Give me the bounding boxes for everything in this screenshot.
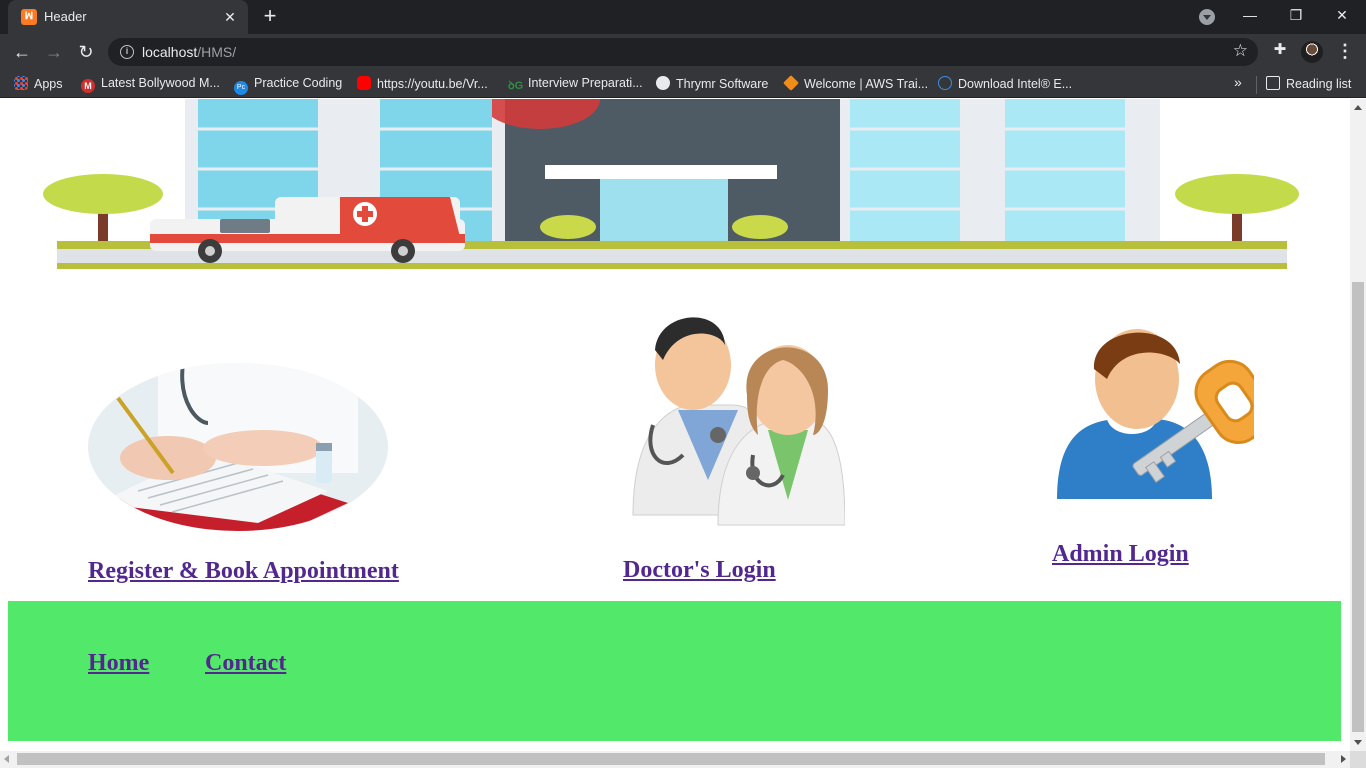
footer-bar: Home Contact bbox=[8, 601, 1341, 741]
scrollbar-corner bbox=[1350, 751, 1366, 768]
minimize-button[interactable]: — bbox=[1230, 4, 1270, 28]
browser-menu-icon[interactable]: ⋮ bbox=[1336, 42, 1354, 62]
close-window-button[interactable]: ✕ bbox=[1322, 4, 1362, 28]
tab-strip: ꟽ Header ✕ + — ❐ ✕ bbox=[0, 0, 1366, 34]
address-bar[interactable]: i localhost/HMS/ ☆ bbox=[108, 38, 1258, 66]
bookmark-label: https://youtu.be/Vr... bbox=[377, 77, 488, 91]
extensions-icon[interactable]: ✚ bbox=[1270, 40, 1290, 60]
restore-button[interactable]: ❐ bbox=[1276, 4, 1316, 28]
new-tab-button[interactable]: + bbox=[258, 5, 282, 29]
horizontal-scrollbar[interactable] bbox=[0, 751, 1350, 768]
xampp-icon: ꟽ bbox=[21, 9, 37, 25]
scroll-left-arrow-icon[interactable] bbox=[4, 755, 9, 763]
bookmark-youtube[interactable]: https://youtu.be/Vr... bbox=[357, 76, 488, 94]
bookmark-practice-coding[interactable]: Pc Practice Coding bbox=[234, 76, 343, 95]
url-text[interactable]: localhost/HMS/ bbox=[142, 44, 236, 60]
bookmark-label: Apps bbox=[34, 77, 63, 91]
bookmark-label: Thrymr Software bbox=[676, 77, 769, 91]
aws-icon bbox=[783, 75, 799, 91]
scroll-right-arrow-icon[interactable] bbox=[1341, 755, 1346, 763]
hospital-banner-image bbox=[40, 99, 1310, 279]
reading-list-label: Reading list bbox=[1286, 77, 1352, 91]
browser-toolbar: ← → ↻ i localhost/HMS/ ☆ bbox=[0, 34, 1366, 70]
register-card: Register & Book Appointment bbox=[88, 363, 399, 585]
scroll-down-arrow-icon[interactable] bbox=[1354, 740, 1362, 745]
forward-button[interactable]: → bbox=[42, 40, 66, 64]
profile-avatar[interactable] bbox=[1301, 41, 1323, 63]
register-book-appointment-link[interactable]: Register & Book Appointment bbox=[88, 558, 399, 584]
vertical-scrollbar[interactable] bbox=[1350, 99, 1366, 751]
scroll-up-arrow-icon[interactable] bbox=[1354, 105, 1362, 110]
bookmark-star-icon[interactable]: ☆ bbox=[1233, 41, 1248, 61]
bookmarks-separator bbox=[1256, 76, 1257, 94]
tab-title: Header bbox=[44, 9, 87, 24]
admin-login-link[interactable]: Admin Login bbox=[1052, 541, 1189, 567]
bookmark-label: Interview Preparati... bbox=[528, 76, 643, 90]
bookmark-bollywood[interactable]: M Latest Bollywood M... bbox=[81, 76, 220, 94]
horizontal-scroll-thumb[interactable] bbox=[17, 753, 1325, 765]
bookmark-thrymr[interactable]: Thrymr Software bbox=[656, 76, 768, 94]
bookmarks-bar: Apps M Latest Bollywood M... Pc Practice C… bbox=[0, 70, 1366, 98]
vertical-scroll-thumb[interactable] bbox=[1352, 282, 1364, 732]
bookmark-label: Welcome | AWS Trai... bbox=[804, 77, 929, 91]
doctors-image bbox=[632, 317, 846, 526]
url-host: localhost bbox=[142, 44, 198, 60]
m-icon: M bbox=[81, 79, 95, 93]
apps-grid-icon bbox=[14, 76, 28, 90]
reload-button[interactable]: ↻ bbox=[74, 40, 98, 64]
bookmark-label: Latest Bollywood M... bbox=[101, 76, 220, 90]
bookmark-interview[interactable]: ꝺG Interview Preparati... bbox=[508, 76, 643, 94]
footer-home-link[interactable]: Home bbox=[88, 650, 149, 677]
footer-contact-link[interactable]: Contact bbox=[205, 650, 286, 677]
back-button[interactable]: ← bbox=[10, 40, 34, 64]
bookmark-apps[interactable]: Apps bbox=[14, 76, 63, 94]
page-viewport: Register & Book Appointment Doctor's Log… bbox=[0, 99, 1350, 751]
site-info-icon[interactable]: i bbox=[120, 45, 134, 59]
active-tab[interactable]: ꟽ Header ✕ bbox=[8, 0, 248, 34]
bookmark-label: Download Intel® E... bbox=[958, 77, 1073, 91]
bookmark-label: Practice Coding bbox=[254, 76, 343, 90]
doctor-writing-image bbox=[88, 363, 388, 531]
pc-icon: Pc bbox=[234, 81, 248, 95]
more-bookmarks-button[interactable]: » bbox=[1234, 74, 1242, 90]
doctor-card: Doctor's Login bbox=[623, 305, 846, 584]
globe-icon bbox=[656, 76, 670, 90]
admin-key-image bbox=[1057, 329, 1274, 499]
intel-icon bbox=[938, 76, 952, 90]
tab-close-icon[interactable]: ✕ bbox=[220, 7, 240, 27]
bookmark-aws[interactable]: Welcome | AWS Trai... bbox=[783, 75, 929, 94]
youtube-icon bbox=[357, 76, 371, 90]
admin-card: Admin Login bbox=[1052, 319, 1274, 568]
reading-list-icon bbox=[1266, 76, 1280, 90]
url-path: /HMS/ bbox=[197, 44, 237, 60]
gfg-icon: ꝺG bbox=[508, 80, 524, 92]
tab-search-icon[interactable] bbox=[1199, 9, 1215, 25]
doctors-login-link[interactable]: Doctor's Login bbox=[623, 557, 776, 583]
bookmark-intel[interactable]: Download Intel® E... bbox=[938, 76, 1072, 94]
reading-list-button[interactable]: Reading list bbox=[1266, 76, 1351, 94]
